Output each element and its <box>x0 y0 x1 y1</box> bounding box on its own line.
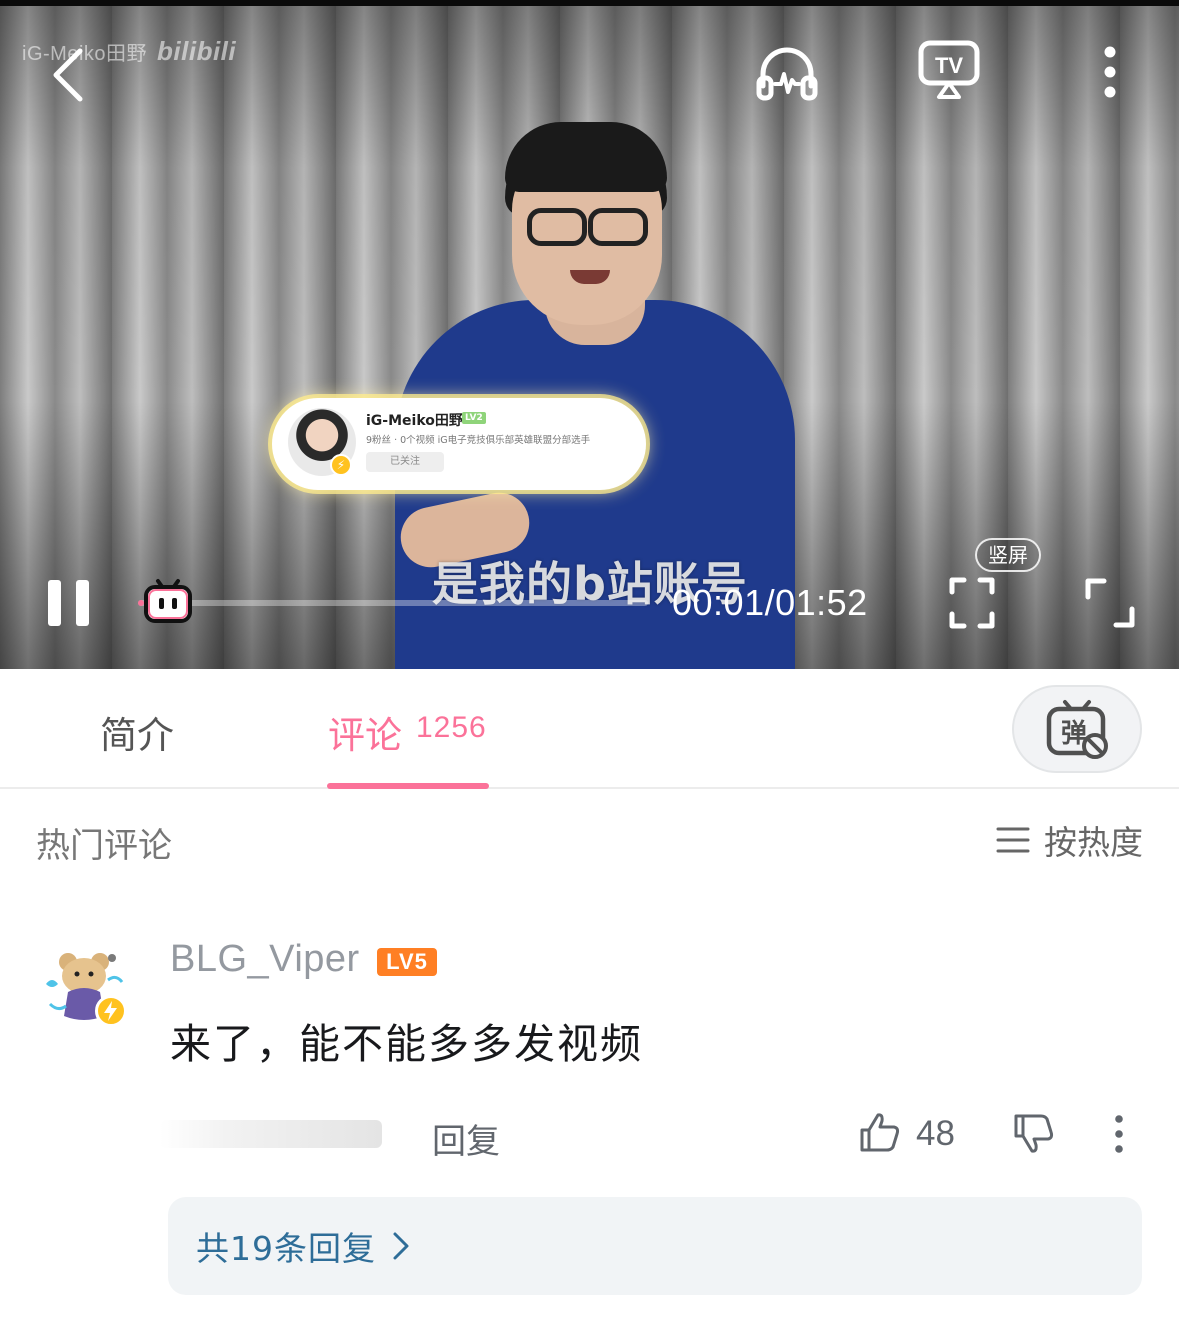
svg-text:TV: TV <box>935 53 963 78</box>
danmaku-toggle-button[interactable]: 弹 <box>1012 685 1142 773</box>
profile-card-overlay: ⚡ iG-Meiko田野 LV2 9粉丝 · 0个视频 iG电子竞技俱乐部英雄联… <box>272 398 646 490</box>
more-vertical-icon <box>1115 1115 1123 1153</box>
dislike-button[interactable] <box>1012 1112 1058 1158</box>
tab-comments-count[interactable]: 1256 <box>416 711 487 745</box>
tab-comments[interactable]: 评论 <box>328 705 402 759</box>
comment-username[interactable]: BLG_Viper <box>170 938 360 981</box>
profile-card-name: iG-Meiko田野 <box>366 413 463 429</box>
cast-to-tv-button[interactable]: TV <box>914 38 984 102</box>
fullscreen-button[interactable] <box>1083 576 1137 630</box>
pause-icon-bar-left <box>48 580 61 626</box>
status-strip <box>0 0 1179 6</box>
comment-meta-blurred <box>160 1120 382 1148</box>
menu-lines-icon <box>996 827 1030 853</box>
danmaku-off-icon: 弹 <box>1046 700 1108 759</box>
sort-label: 按热度 <box>1044 823 1143 862</box>
video-player[interactable]: iG-Meiko田野bilibili TV ⚡ iG-Meiko田野 LV2 <box>0 0 1179 669</box>
hot-comments-title: 热门评论 <box>36 826 172 866</box>
back-icon <box>53 48 83 102</box>
video-frame-glasses-left <box>527 208 587 246</box>
back-button[interactable] <box>40 40 100 110</box>
replies-link-text: 共19条回复 <box>196 1229 376 1268</box>
portrait-fullscreen-button[interactable] <box>946 575 998 631</box>
portrait-mode-badge: 竖屏 <box>975 538 1041 572</box>
progress-handle[interactable] <box>143 578 193 624</box>
comment-more-button[interactable] <box>1108 1114 1130 1154</box>
pause-button[interactable] <box>48 580 90 626</box>
thumbs-up-icon <box>860 1113 900 1152</box>
audio-only-button[interactable] <box>752 40 822 104</box>
tv-cast-icon: TV <box>918 40 980 99</box>
content-tabs: 简介 评论 1256 弹 <box>0 669 1179 789</box>
like-count: 48 <box>916 1114 955 1153</box>
video-frame-glasses-right <box>588 208 648 246</box>
profile-card-follow-status: 已关注 <box>366 452 444 472</box>
thumbs-down-icon <box>1014 1114 1054 1153</box>
view-replies-button[interactable]: 共19条回复 <box>168 1197 1142 1295</box>
lightning-badge-icon <box>95 995 127 1027</box>
sort-by-hot-button[interactable]: 按热度 <box>996 818 1143 862</box>
more-vertical-icon <box>1104 46 1116 98</box>
profile-card-description: 9粉丝 · 0个视频 iG电子竞技俱乐部英雄联盟分部选手 <box>366 435 591 446</box>
reply-button[interactable]: 回复 <box>432 1114 500 1163</box>
chevron-right-icon <box>393 1232 409 1260</box>
pause-icon-bar-right <box>76 580 89 626</box>
headphones-icon <box>756 47 818 101</box>
lightning-badge-icon: ⚡ <box>330 454 352 476</box>
active-tab-indicator <box>327 783 489 789</box>
progress-bar[interactable] <box>138 600 648 606</box>
profile-card-level: LV2 <box>462 412 486 424</box>
comment-text: 来了，能不能多多发视频 <box>170 1020 643 1068</box>
playback-time: 00:01/01:52 <box>672 582 868 623</box>
bilibili-tv-knob-icon <box>144 579 192 623</box>
user-level-badge: LV5 <box>377 948 437 976</box>
portrait-screen-icon <box>949 577 995 629</box>
video-frame-fringe <box>505 122 667 192</box>
like-button[interactable] <box>858 1110 902 1154</box>
more-options-button[interactable] <box>1090 40 1130 104</box>
watermark-brand: bilibili <box>157 36 237 66</box>
fullscreen-icon <box>1085 578 1135 628</box>
tab-intro[interactable]: 简介 <box>100 705 174 759</box>
